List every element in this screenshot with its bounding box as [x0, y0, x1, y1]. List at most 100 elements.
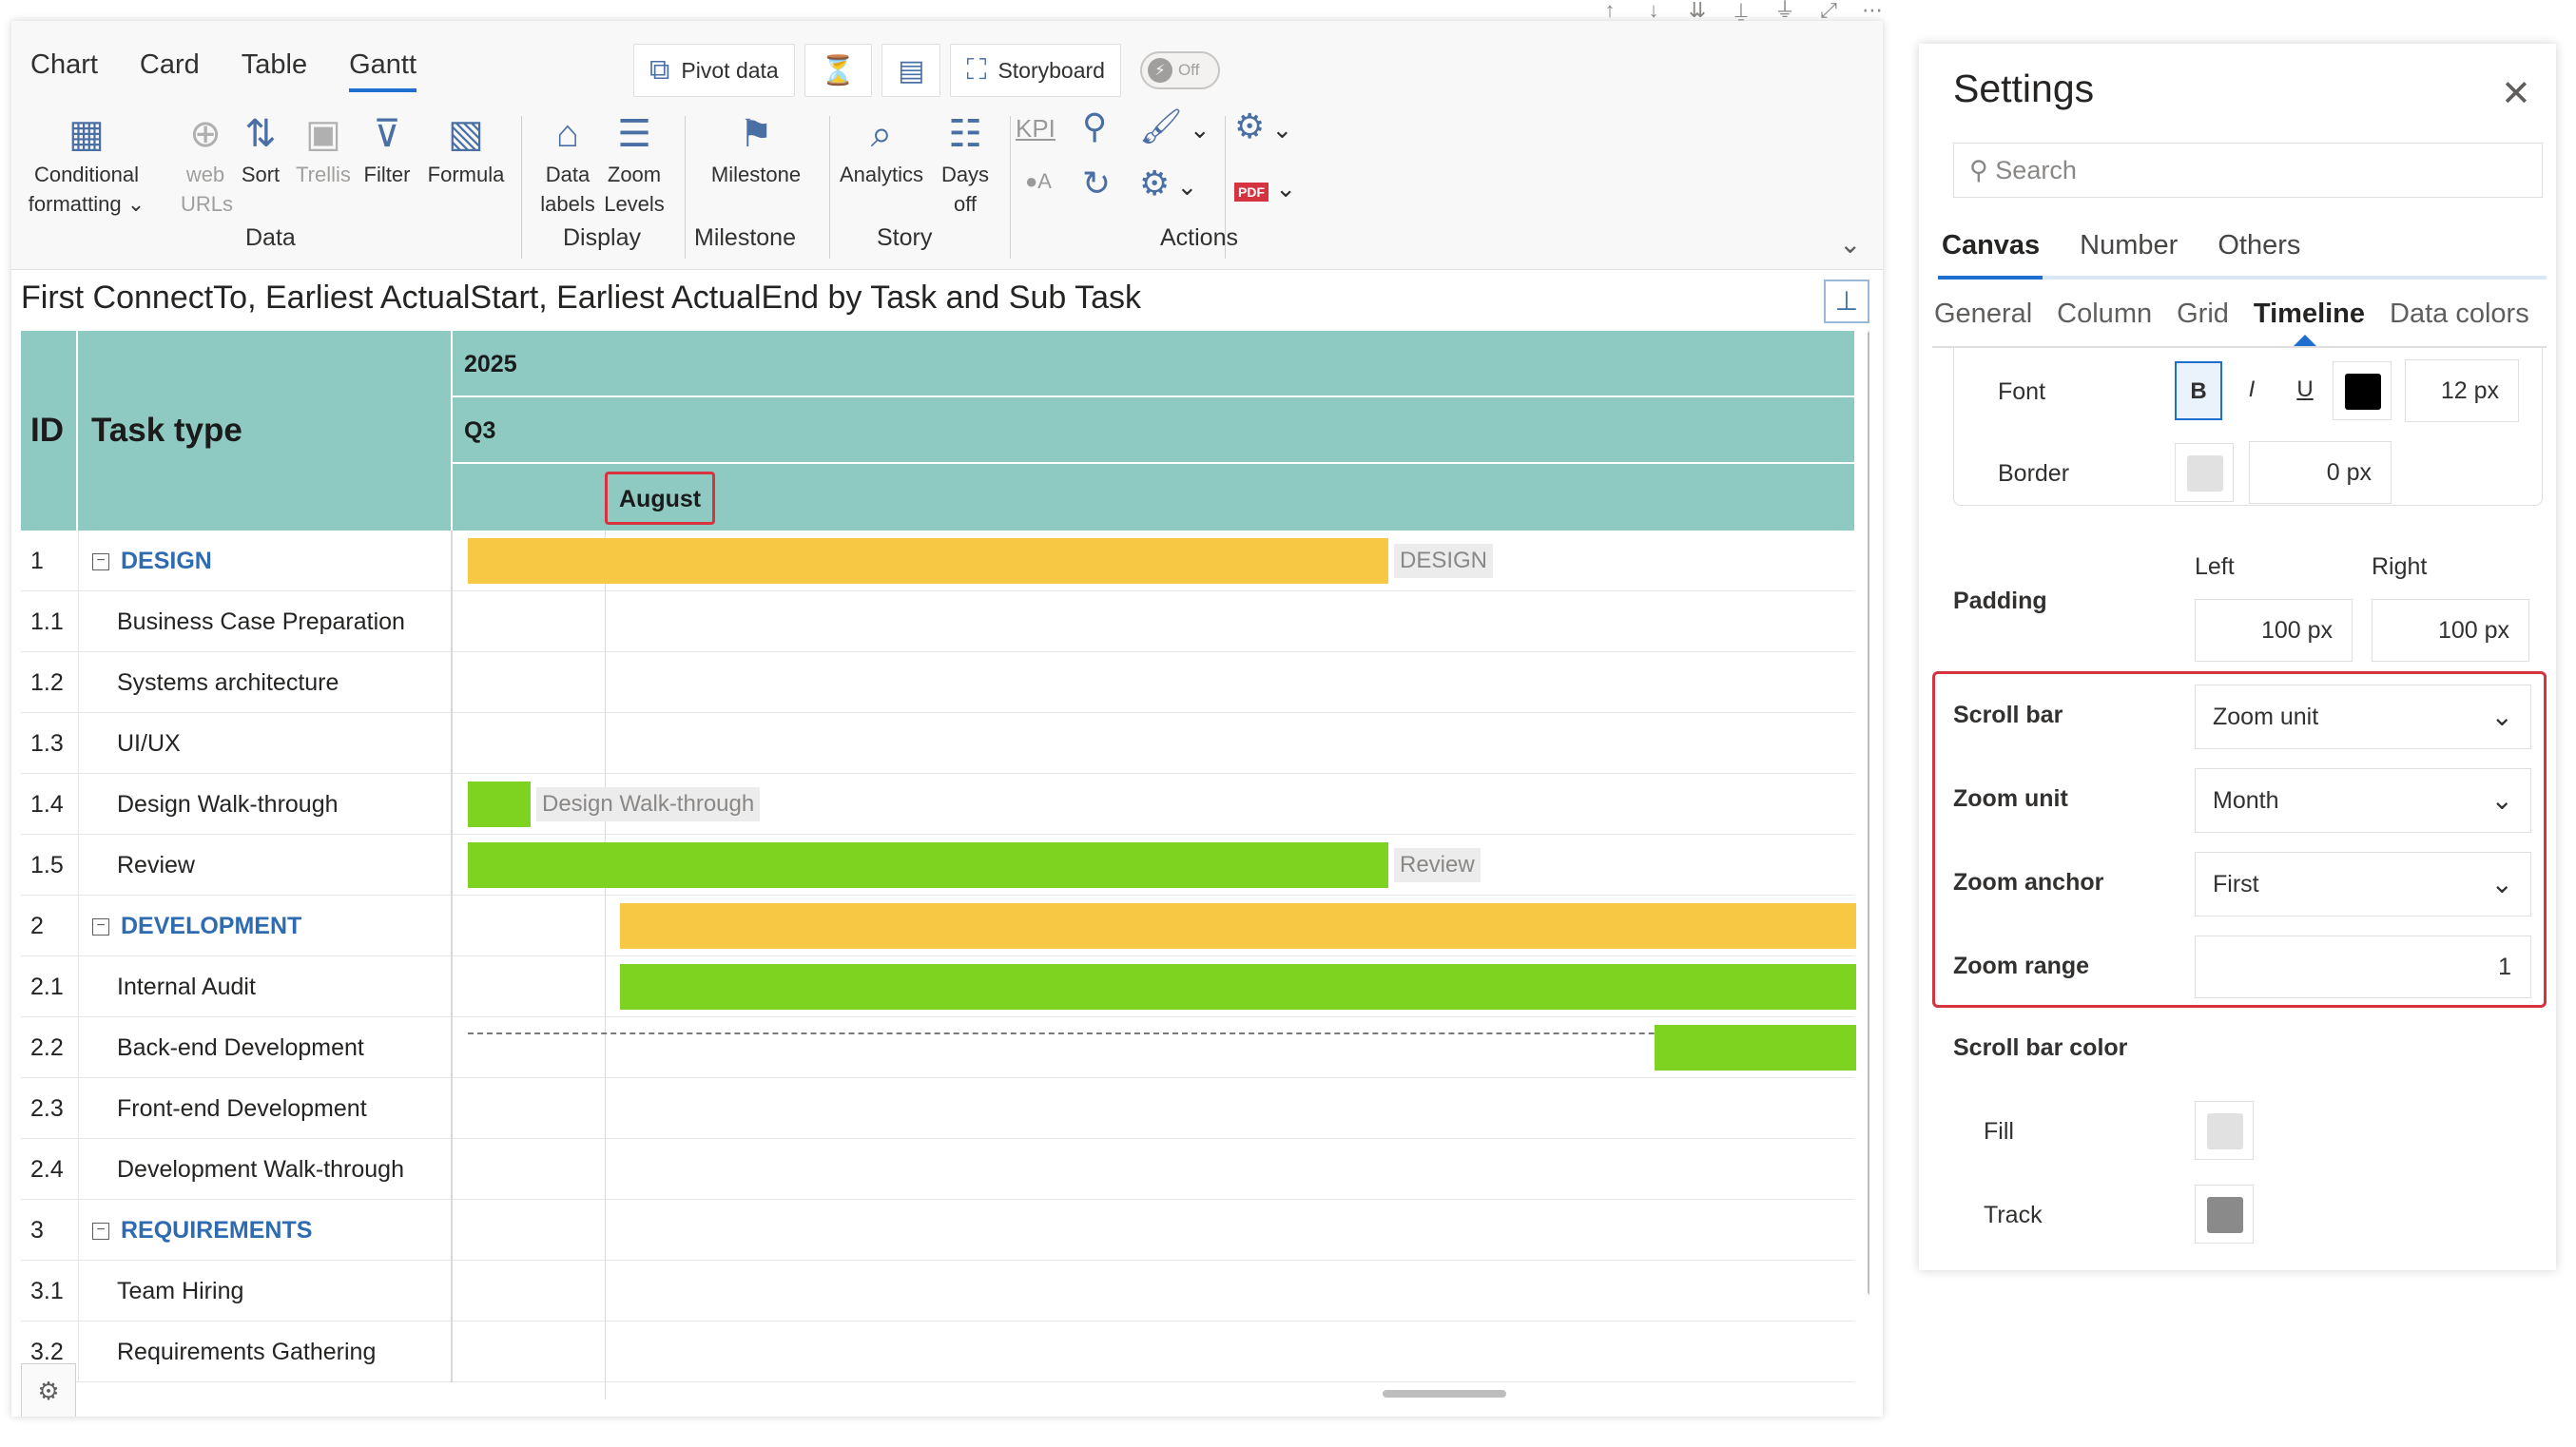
table-row[interactable]: 2.4 Development Walk-through — [21, 1139, 1854, 1200]
zoom-levels-button[interactable]: ☰ Zoom Levels — [601, 108, 668, 219]
web-urls-button[interactable]: ⊕ web URLs — [181, 108, 233, 219]
more-options-icon[interactable]: ⋯ — [1860, 0, 1885, 21]
refresh-button[interactable]: ↻ — [1082, 164, 1111, 203]
data-labels-button[interactable]: ⌂ Data labels — [534, 108, 601, 219]
track-color-swatch[interactable] — [2195, 1185, 2254, 1244]
bar-design[interactable] — [468, 538, 1388, 584]
bar-design-walkthrough[interactable] — [468, 781, 531, 827]
conditional-formatting-button[interactable]: ▦ Conditional formatting ⌄ — [25, 108, 148, 219]
table-row[interactable]: 1.3 UI/UX — [21, 713, 1854, 774]
filter-button[interactable]: ⊽ Filter — [358, 108, 416, 189]
vertical-scrollbar[interactable] — [1868, 331, 1869, 1295]
horizontal-scrollbar[interactable] — [1383, 1390, 1506, 1398]
table-row[interactable]: 3.2 Requirements Gathering — [21, 1322, 1854, 1382]
active-tab-indicator — [1938, 276, 2043, 280]
underline-button[interactable]: U — [2281, 361, 2329, 420]
font-color-swatch[interactable] — [2333, 361, 2392, 420]
bold-button[interactable]: B — [2175, 361, 2222, 420]
filter-label: Filter — [363, 163, 411, 186]
tab-table[interactable]: Table — [242, 49, 307, 92]
tab-gantt[interactable]: Gantt — [349, 49, 417, 92]
table-row[interactable]: 2.2 Back-end Development — [21, 1017, 1854, 1078]
days-off-button[interactable]: ☷ Days off — [932, 108, 998, 219]
scroll-bar-select[interactable]: Zoom unit ⌄ — [2195, 685, 2531, 749]
legend-icon: ●A — [1025, 169, 1052, 193]
data-labels-label: Data — [545, 163, 591, 186]
tab-grid[interactable]: Grid — [2177, 299, 2229, 330]
milestone-flag-icon: ⚑ — [739, 113, 773, 155]
padding-left-input[interactable]: 100 px — [2195, 599, 2353, 662]
font-size-input[interactable]: 12 px — [2405, 359, 2519, 422]
bar-label-design: DESIGN — [1394, 544, 1494, 578]
border-color-swatch[interactable] — [2175, 443, 2234, 502]
formula-button[interactable]: ▧ Formula — [422, 108, 510, 189]
tab-number[interactable]: Number — [2080, 230, 2178, 261]
focus-mode-icon[interactable]: ⤢ — [1816, 0, 1841, 21]
trellis-button[interactable]: ▣ Trellis — [293, 108, 354, 189]
settings-gear-button[interactable]: ⚙ ⌄ — [1139, 164, 1197, 203]
edit-table-button[interactable]: ▤ — [881, 44, 941, 97]
table-row[interactable]: 3 − REQUIREMENTS — [21, 1200, 1854, 1261]
bar-review[interactable] — [468, 842, 1388, 888]
tab-canvas[interactable]: Canvas — [1942, 230, 2040, 261]
task-id: 1 — [30, 548, 44, 574]
sort-button[interactable]: ⇅ Sort — [236, 108, 285, 189]
search-analytics-button[interactable]: ⚲ — [1082, 106, 1107, 146]
kpi-button[interactable]: KPI — [1016, 114, 1056, 144]
font-border-card: Font B I U 12 px Border 0 px — [1953, 348, 2543, 506]
tab-data-colors[interactable]: Data colors — [2390, 299, 2529, 330]
export-pdf-button[interactable]: PDF ⌄ — [1234, 165, 1296, 205]
tab-others[interactable]: Others — [2218, 230, 2300, 261]
bar-back-end-development[interactable] — [1655, 1025, 1856, 1071]
collapse-icon[interactable]: − — [92, 1223, 109, 1241]
tab-chart[interactable]: Chart — [30, 49, 98, 92]
collapse-toolbar-button[interactable]: ⌄ — [1839, 228, 1861, 260]
table-row[interactable]: 3.1 Team Hiring — [21, 1261, 1854, 1322]
zoom-levels-label: Zoom — [607, 163, 662, 186]
zoom-unit-value: Month — [2213, 787, 2279, 814]
table-row[interactable]: 1.4 Design Walk-through — [21, 774, 1854, 835]
expand-all-icon[interactable]: ⇊ — [1685, 0, 1710, 21]
milestone-button[interactable]: ⚑ Milestone — [696, 108, 816, 189]
pin-button[interactable]: ⊥ — [1824, 280, 1869, 323]
zoom-anchor-select[interactable]: First ⌄ — [2195, 852, 2531, 916]
border-width-input[interactable]: 0 px — [2249, 441, 2392, 504]
italic-button[interactable]: I — [2228, 361, 2276, 420]
pivot-data-button[interactable]: ⧉ Pivot data — [633, 44, 795, 97]
drill-up-icon[interactable]: ↑ — [1598, 0, 1622, 21]
off-toggle[interactable]: ⚡ Off — [1139, 51, 1220, 89]
tab-column[interactable]: Column — [2057, 299, 2152, 330]
expand-hierarchy-icon[interactable]: ⍊ — [1729, 0, 1753, 21]
table-row[interactable]: 2.3 Front-end Development — [21, 1078, 1854, 1139]
format-painter-button[interactable]: 🖌 ⌄ — [1139, 106, 1211, 146]
sort-label: Sort — [241, 163, 281, 186]
bar-development[interactable] — [620, 903, 1856, 949]
column-header-task-type[interactable]: Task type — [78, 331, 453, 531]
padding-right-input[interactable]: 100 px — [2372, 599, 2529, 662]
filter-funnel-button[interactable]: ⏳ — [804, 44, 873, 97]
drill-down-icon[interactable]: ↓ — [1641, 0, 1666, 21]
bar-internal-audit[interactable] — [620, 964, 1856, 1010]
zoom-unit-select[interactable]: Month ⌄ — [2195, 768, 2531, 833]
collapse-icon[interactable]: − — [92, 553, 109, 571]
analytics-button[interactable]: ⌕ Analytics — [835, 108, 928, 189]
export-settings-button[interactable]: ⚙ ⌄ — [1234, 106, 1292, 146]
tab-general[interactable]: General — [1934, 299, 2032, 330]
tab-timeline[interactable]: Timeline — [2254, 299, 2365, 330]
fill-color-swatch[interactable] — [2195, 1101, 2254, 1160]
filter-icon[interactable]: ⏚ — [1772, 0, 1797, 21]
zoom-range-input[interactable]: 1 — [2195, 936, 2531, 998]
settings-search-input[interactable]: ⚲ Search — [1953, 143, 2543, 198]
chart-settings-icon[interactable]: ⚙ — [21, 1363, 76, 1417]
task-id: 2.4 — [30, 1156, 64, 1183]
legend-toggle-button[interactable]: ●A — [1025, 169, 1052, 194]
close-icon[interactable]: ✕ — [2501, 72, 2531, 115]
collapse-icon[interactable]: − — [92, 918, 109, 936]
table-row[interactable]: 1.2 Systems architecture — [21, 652, 1854, 713]
table-row[interactable]: 1.1 Business Case Preparation — [21, 591, 1854, 652]
tab-card[interactable]: Card — [140, 49, 200, 92]
font-color-fill — [2345, 374, 2381, 410]
column-header-id[interactable]: ID — [21, 331, 78, 531]
pdf-icon: PDF — [1234, 183, 1269, 202]
storyboard-button[interactable]: ⛶ Storyboard — [950, 44, 1121, 97]
